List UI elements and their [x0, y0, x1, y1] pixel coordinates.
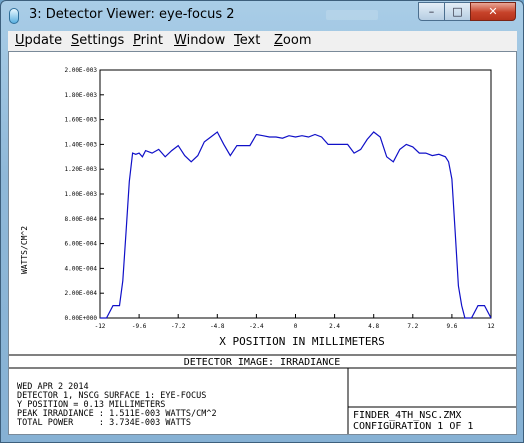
- app-icon[interactable]: [9, 8, 19, 24]
- plot-area: -12 -9.6 -7.2 -4.8 -2.4 0 2.4 4.8 7.2 9.6 12 0.00E…: [8, 51, 517, 435]
- window-title: 3: Detector Viewer: eye-focus 2: [29, 7, 235, 22]
- x-tick-label: -9.6: [132, 323, 147, 330]
- info-total-power: TOTAL POWER : 3.734E-003 WATTS: [17, 418, 191, 428]
- y-tick-label: 2.00E-004: [64, 290, 97, 297]
- title-bar[interactable]: 3: Detector Viewer: eye-focus 2 – □ ✕: [1, 1, 523, 31]
- x-tick-label: 12: [487, 323, 495, 330]
- irradiance-series-line: [100, 131, 492, 319]
- x-tick-label: 2.4: [329, 323, 340, 330]
- maximize-button[interactable]: □: [444, 2, 471, 21]
- menu-print[interactable]: Print: [133, 33, 163, 48]
- menu-zoom[interactable]: Zoom: [274, 33, 311, 48]
- y-tick-label: 8.00E-004: [64, 216, 97, 223]
- title-bar-blur: [326, 10, 378, 20]
- irradiance-plot: -12 -9.6 -7.2 -4.8 -2.4 0 2.4 4.8 7.2 9.6 12 0.00E…: [9, 67, 516, 434]
- x-tick-label: -2.4: [249, 323, 264, 330]
- menu-settings[interactable]: Settings: [71, 33, 124, 48]
- plot-frame: [99, 69, 492, 319]
- info-block: WED APR 2 2014 DETECTOR 1, NSCG SURFACE …: [17, 382, 217, 428]
- file-name: FINDER_4TH_NSC.ZMX: [353, 410, 461, 421]
- configuration-label: CONFIGURATION 1 OF 1: [353, 421, 473, 432]
- plot-title: DETECTOR IMAGE: IRRADIANCE: [184, 357, 341, 368]
- y-tick-label: 4.00E-004: [64, 265, 97, 272]
- y-tick-label: 6.00E-004: [64, 241, 97, 248]
- x-tick-label: -4.8: [210, 323, 225, 330]
- menu-bar: Update Settings Print Window Text Zoom: [8, 31, 517, 51]
- menu-text[interactable]: Text: [234, 33, 260, 48]
- x-tick-label: -7.2: [171, 323, 186, 330]
- x-tick-label: 4.8: [368, 323, 379, 330]
- detector-viewer-window: 3: Detector Viewer: eye-focus 2 – □ ✕ Up…: [0, 0, 524, 443]
- x-axis-label: X POSITION IN MILLIMETERS: [219, 335, 385, 348]
- y-tick-label: 1.60E-003: [64, 117, 97, 124]
- minimize-button[interactable]: –: [418, 2, 445, 21]
- y-tick-label: 1.40E-003: [64, 141, 97, 148]
- y-tick-label: 1.20E-003: [64, 166, 97, 173]
- menu-update[interactable]: Update: [15, 33, 62, 48]
- x-tick-label: 9.6: [446, 323, 457, 330]
- y-axis-label: WATTS/CM^2: [20, 226, 29, 274]
- file-block: FINDER_4TH_NSC.ZMX CONFIGURATION 1 OF 1: [353, 410, 473, 432]
- x-tick-label: -12: [95, 323, 106, 330]
- y-tick-label: 1.00E-003: [64, 191, 97, 198]
- x-tick-label: 7.2: [407, 323, 418, 330]
- y-tick-label: 1.80E-003: [64, 92, 97, 99]
- y-tick-label: 2.00E-003: [64, 67, 97, 74]
- x-tick-label: 0: [294, 323, 298, 330]
- y-tick-label: 0.00E+000: [64, 315, 97, 322]
- close-button[interactable]: ✕: [470, 2, 516, 21]
- menu-window[interactable]: Window: [174, 33, 225, 48]
